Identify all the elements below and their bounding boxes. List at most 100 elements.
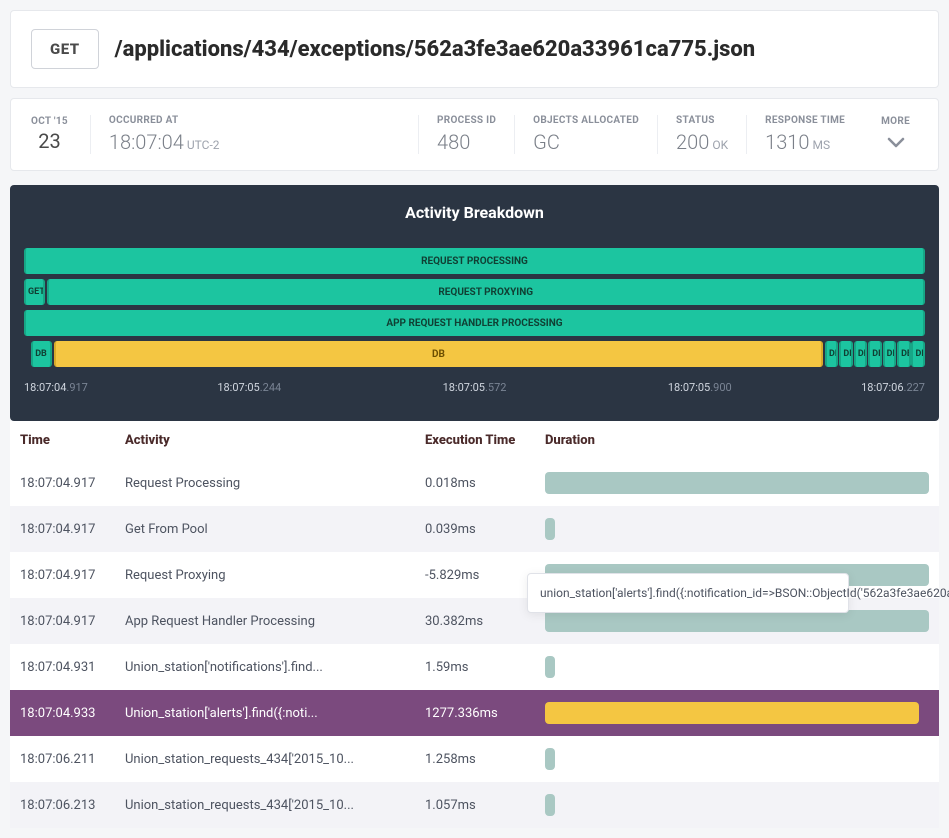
timeline-chart[interactable]: REQUEST PROCESSING GET REQUEST PROXYING …: [24, 248, 925, 367]
cell-activity: Union_station_requests_434['2015_10...: [125, 752, 425, 767]
axis-tick-3: 18:07:05: [443, 381, 485, 394]
timeline-bar-db-main[interactable]: DB: [54, 341, 823, 367]
timeline-bar-db-tail-4[interactable]: DB: [868, 341, 882, 367]
request-header: GET /applications/434/exceptions/562a3fe…: [10, 10, 939, 88]
activity-table-body: 18:07:04.917Request Processing0.018ms18:…: [10, 460, 939, 828]
meta-status-label: STATUS: [676, 115, 728, 126]
timeline-bar-db-pre[interactable]: DB: [31, 341, 52, 367]
table-row[interactable]: 18:07:06.211Union_station_requests_434['…: [10, 736, 939, 782]
timeline-bar-db-tail-7[interactable]: DB: [911, 341, 925, 367]
meta-process-value: 480: [437, 130, 496, 154]
duration-bar: [545, 610, 929, 632]
more-toggle[interactable]: MORE: [863, 116, 928, 153]
activity-table: Time Activity Execution Time Duration 18…: [10, 421, 939, 828]
timeline-bar-request-processing[interactable]: REQUEST PROCESSING: [24, 248, 925, 274]
timeline-lane-2: GET REQUEST PROXYING: [24, 279, 925, 305]
cell-duration: [545, 610, 929, 632]
activity-breakdown-panel: Activity Breakdown REQUEST PROCESSING GE…: [10, 185, 939, 421]
meta-objects-label: OBJECTS ALLOCATED: [533, 115, 639, 126]
meta-response-value: 1310: [765, 130, 809, 154]
timeline-lane-1: REQUEST PROCESSING: [24, 248, 925, 274]
duration-bar: [545, 656, 555, 678]
meta-objects-value: GC: [533, 130, 639, 154]
cell-duration: [545, 518, 929, 540]
duration-bar: [545, 518, 555, 540]
meta-response-unit: MS: [812, 138, 830, 152]
timeline-bar-request-proxying[interactable]: REQUEST PROXYING: [47, 279, 925, 305]
axis-tick-3-ms: .572: [485, 381, 506, 394]
cell-activity: App Request Handler Processing: [125, 614, 425, 629]
timeline-axis: 18:07:04.917 18:07:05.244 18:07:05.572 1…: [24, 381, 925, 399]
meta-objects: OBJECTS ALLOCATED GC: [514, 115, 657, 154]
duration-bar: [545, 794, 555, 816]
timeline-bar-app-handler[interactable]: APP REQUEST HANDLER PROCESSING: [24, 310, 925, 336]
request-meta: OCT '15 23 OCCURRED AT 18:07:04UTC-2 PRO…: [10, 98, 939, 171]
cell-exec: 1.258ms: [425, 752, 545, 767]
cell-activity: Union_station['notifications'].find...: [125, 660, 425, 675]
timeline-bar-db-tail-1[interactable]: DB: [825, 341, 839, 367]
meta-occurred-unit: UTC-2: [187, 138, 220, 152]
cell-activity: Request Proxying: [125, 568, 425, 583]
cell-duration: [545, 748, 929, 770]
duration-bar: [545, 472, 929, 494]
date-box: OCT '15 23: [31, 116, 78, 153]
meta-status-unit: OK: [712, 138, 728, 152]
cell-duration: [545, 702, 929, 724]
table-row[interactable]: 18:07:04.931Union_station['notifications…: [10, 644, 939, 690]
cell-exec: 0.018ms: [425, 476, 545, 491]
cell-time: 18:07:04.933: [20, 706, 125, 721]
activity-tooltip-text: union_station['alerts'].find({:notificat…: [540, 586, 949, 600]
meta-status: STATUS 200OK: [657, 115, 746, 154]
meta-response: RESPONSE TIME 1310MS: [746, 115, 863, 154]
meta-occurred-label: OCCURRED AT: [109, 115, 220, 126]
meta-response-label: RESPONSE TIME: [765, 115, 845, 126]
cell-time: 18:07:06.211: [20, 752, 125, 767]
table-row[interactable]: 18:07:04.917Request Processing0.018ms: [10, 460, 939, 506]
http-method-badge: GET: [31, 29, 99, 69]
duration-bar: [545, 702, 919, 724]
date-day: 23: [31, 129, 68, 153]
axis-tick-1: 18:07:04: [24, 381, 66, 394]
more-label: MORE: [881, 116, 910, 127]
timeline-bar-db-tail-5[interactable]: DB: [883, 341, 897, 367]
th-exec[interactable]: Execution Time: [425, 433, 545, 448]
cell-time: 18:07:04.917: [20, 522, 125, 537]
timeline-lane-4: DB DB DB DB DB DB DB DB DB: [24, 341, 925, 367]
axis-tick-5: 18:07:06: [861, 381, 903, 394]
cell-time: 18:07:04.917: [20, 476, 125, 491]
cell-activity: Union_station_requests_434['2015_10...: [125, 798, 425, 813]
axis-tick-2: 18:07:05: [217, 381, 259, 394]
meta-occurred-value: 18:07:04: [109, 130, 184, 154]
activity-breakdown-title: Activity Breakdown: [24, 203, 925, 222]
cell-exec: 0.039ms: [425, 522, 545, 537]
axis-tick-2-ms: .244: [260, 381, 281, 394]
table-row[interactable]: 18:07:04.917Get From Pool0.039ms: [10, 506, 939, 552]
date-month: OCT '15: [31, 116, 68, 127]
axis-tick-5-ms: .227: [904, 381, 925, 394]
meta-status-value: 200: [676, 130, 709, 154]
meta-process: PROCESS ID 480: [418, 115, 514, 154]
duration-bar: [545, 748, 555, 770]
request-path: /applications/434/exceptions/562a3fe3ae6…: [115, 37, 755, 62]
th-activity[interactable]: Activity: [125, 433, 425, 448]
th-duration[interactable]: Duration: [545, 433, 929, 448]
timeline-bar-db-tail-6[interactable]: DB: [897, 341, 911, 367]
meta-process-label: PROCESS ID: [437, 115, 496, 126]
cell-exec: 1.057ms: [425, 798, 545, 813]
cell-exec: 1277.336ms: [425, 706, 545, 721]
timeline-lane-3: APP REQUEST HANDLER PROCESSING: [24, 310, 925, 336]
timeline-bar-get-from-pool[interactable]: GET: [24, 279, 45, 305]
activity-table-header: Time Activity Execution Time Duration: [10, 421, 939, 460]
timeline-bar-db-tail-3[interactable]: DB: [854, 341, 868, 367]
cell-activity: Request Processing: [125, 476, 425, 491]
table-row[interactable]: 18:07:06.213Union_station_requests_434['…: [10, 782, 939, 828]
activity-tooltip: union_station['alerts'].find({:notificat…: [527, 573, 849, 613]
timeline-bar-db-tail-2[interactable]: DB: [839, 341, 853, 367]
cell-time: 18:07:04.917: [20, 568, 125, 583]
cell-activity: Get From Pool: [125, 522, 425, 537]
table-row[interactable]: 18:07:04.933Union_station['alerts'].find…: [10, 690, 939, 736]
cell-duration: [545, 472, 929, 494]
cell-time: 18:07:04.931: [20, 660, 125, 675]
cell-activity: Union_station['alerts'].find({:noti...: [125, 706, 425, 721]
th-time[interactable]: Time: [20, 433, 125, 448]
